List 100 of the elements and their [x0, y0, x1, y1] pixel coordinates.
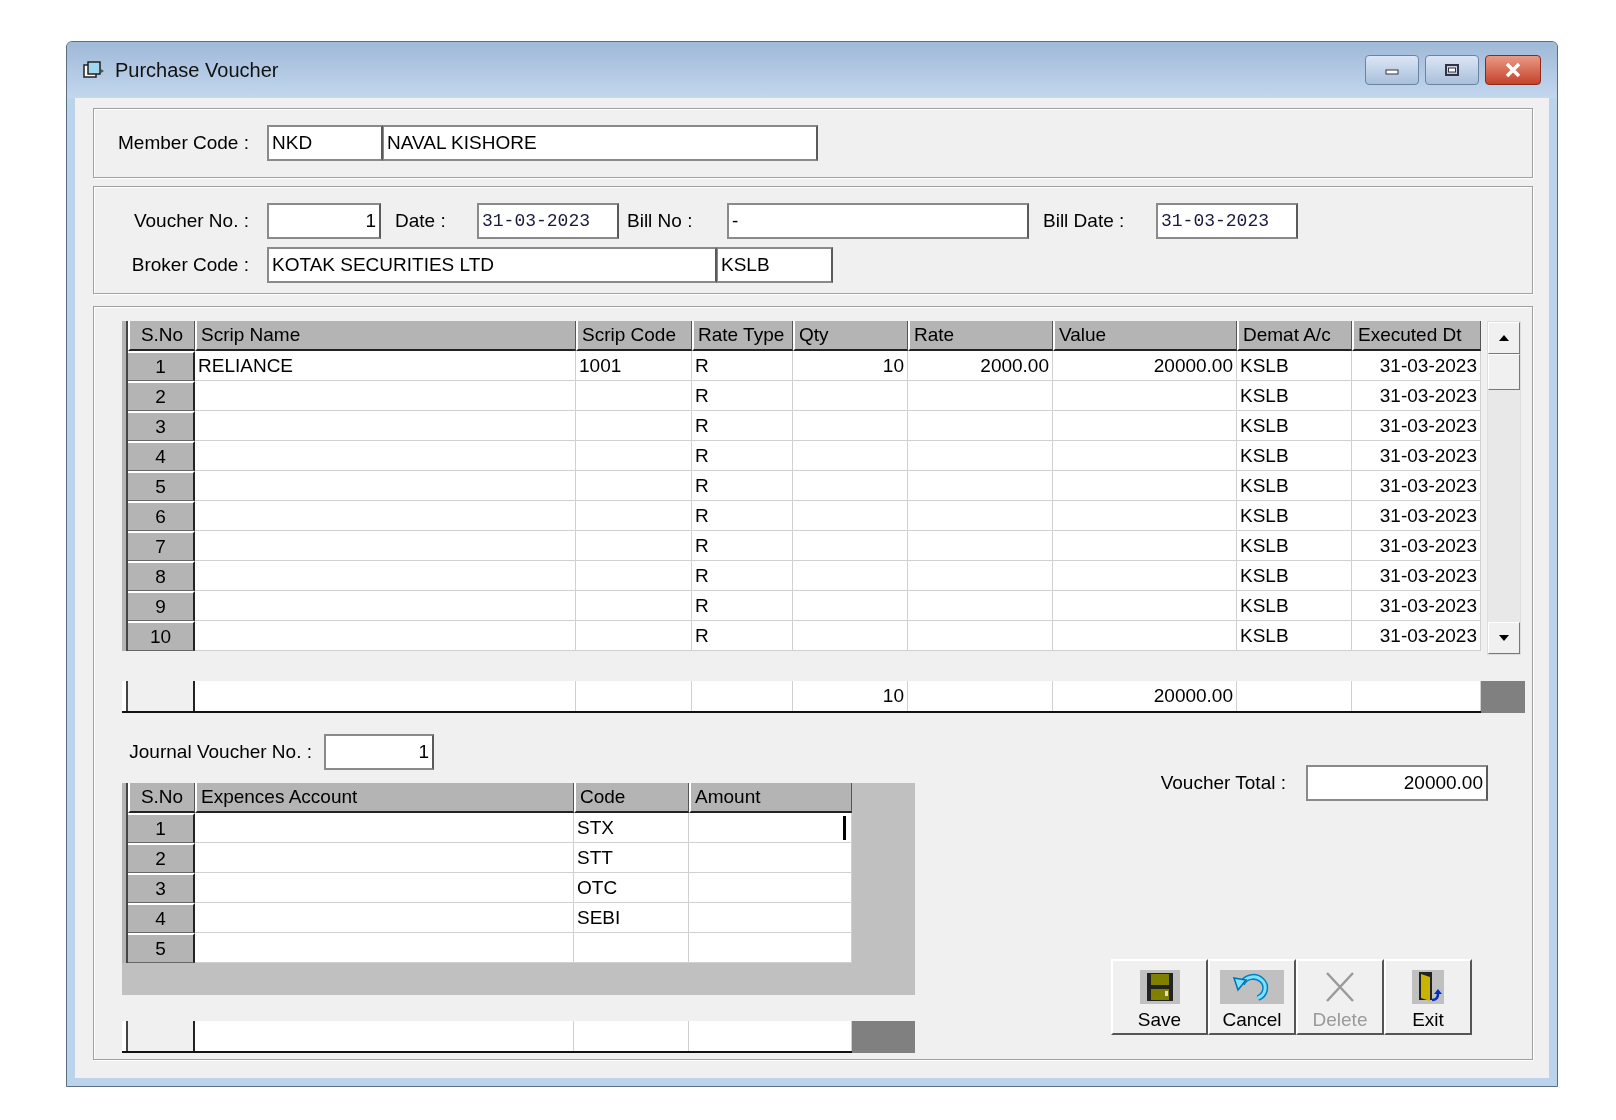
broker-code-field[interactable]: KSLB: [717, 247, 833, 283]
table-cell[interactable]: [908, 591, 1053, 621]
table-cell[interactable]: [908, 621, 1053, 651]
row-indicator[interactable]: [122, 933, 128, 963]
voucher-no-field[interactable]: 1: [267, 203, 381, 239]
table-cell[interactable]: [195, 561, 576, 591]
table-cell[interactable]: STT: [574, 843, 689, 873]
table-cell[interactable]: [195, 873, 574, 903]
table-cell[interactable]: [689, 813, 852, 843]
table-cell[interactable]: [195, 903, 574, 933]
table-cell[interactable]: KSLB: [1237, 411, 1352, 441]
table-cell[interactable]: [576, 591, 692, 621]
save-button[interactable]: Save: [1111, 959, 1208, 1035]
maximize-button[interactable]: [1425, 55, 1479, 85]
table-cell[interactable]: [793, 441, 908, 471]
table-cell[interactable]: R: [692, 591, 793, 621]
table-cell[interactable]: 31-03-2023: [1352, 621, 1481, 651]
table-cell[interactable]: 31-03-2023: [1352, 591, 1481, 621]
table-cell[interactable]: [195, 621, 576, 651]
table-cell[interactable]: [195, 813, 574, 843]
table-cell[interactable]: [1053, 411, 1237, 441]
table-cell[interactable]: [576, 441, 692, 471]
table-cell[interactable]: R: [692, 561, 793, 591]
table-cell[interactable]: [195, 531, 576, 561]
table-cell[interactable]: 31-03-2023: [1352, 531, 1481, 561]
table-cell[interactable]: [576, 411, 692, 441]
table-cell[interactable]: [576, 531, 692, 561]
table-cell[interactable]: [1053, 501, 1237, 531]
table-cell[interactable]: [1053, 591, 1237, 621]
exit-button[interactable]: Exit: [1384, 959, 1472, 1035]
date-field[interactable]: 31-03-2023: [477, 203, 619, 239]
table-cell[interactable]: [1053, 471, 1237, 501]
table-cell[interactable]: KSLB: [1237, 561, 1352, 591]
scroll-up-icon[interactable]: [1498, 334, 1510, 342]
table-cell[interactable]: [576, 471, 692, 501]
table-cell[interactable]: [689, 933, 852, 963]
broker-name-field[interactable]: KOTAK SECURITIES LTD: [267, 247, 717, 283]
table-cell[interactable]: [793, 471, 908, 501]
table-cell[interactable]: [1053, 381, 1237, 411]
table-cell[interactable]: R: [692, 471, 793, 501]
row-indicator[interactable]: [122, 621, 128, 651]
table-cell[interactable]: [793, 411, 908, 441]
member-name-field[interactable]: NAVAL KISHORE: [383, 125, 818, 161]
table-cell[interactable]: 31-03-2023: [1352, 561, 1481, 591]
minimize-button[interactable]: [1365, 55, 1419, 85]
bill-no-field[interactable]: -: [727, 203, 1029, 239]
table-cell[interactable]: 1001: [576, 351, 692, 381]
table-cell[interactable]: R: [692, 621, 793, 651]
table-cell[interactable]: [689, 843, 852, 873]
table-cell[interactable]: [576, 561, 692, 591]
table-cell[interactable]: R: [692, 351, 793, 381]
table-cell[interactable]: [908, 441, 1053, 471]
table-cell[interactable]: [195, 843, 574, 873]
table-cell[interactable]: [1053, 561, 1237, 591]
vertical-scrollbar[interactable]: [1487, 321, 1521, 655]
table-cell[interactable]: 31-03-2023: [1352, 471, 1481, 501]
bill-date-field[interactable]: 31-03-2023: [1156, 203, 1298, 239]
table-cell[interactable]: [1053, 531, 1237, 561]
table-cell[interactable]: [908, 381, 1053, 411]
scroll-down-icon[interactable]: [1498, 634, 1510, 642]
table-cell[interactable]: KSLB: [1237, 471, 1352, 501]
table-cell[interactable]: KSLB: [1237, 591, 1352, 621]
cancel-button[interactable]: Cancel: [1208, 959, 1296, 1035]
table-cell[interactable]: [793, 591, 908, 621]
table-cell[interactable]: RELIANCE: [195, 351, 576, 381]
scrollbar-thumb[interactable]: [1488, 354, 1520, 390]
table-cell[interactable]: 31-03-2023: [1352, 411, 1481, 441]
table-cell[interactable]: R: [692, 501, 793, 531]
table-cell[interactable]: [908, 531, 1053, 561]
table-cell[interactable]: [793, 621, 908, 651]
table-cell[interactable]: KSLB: [1237, 531, 1352, 561]
table-cell[interactable]: [689, 873, 852, 903]
table-cell[interactable]: 10: [793, 351, 908, 381]
table-cell[interactable]: STX: [574, 813, 689, 843]
table-cell[interactable]: [195, 411, 576, 441]
table-cell[interactable]: [576, 501, 692, 531]
table-cell[interactable]: [576, 381, 692, 411]
table-cell[interactable]: [793, 561, 908, 591]
table-cell[interactable]: [793, 501, 908, 531]
table-cell[interactable]: [793, 531, 908, 561]
table-cell[interactable]: [908, 501, 1053, 531]
table-cell[interactable]: R: [692, 411, 793, 441]
table-cell[interactable]: 31-03-2023: [1352, 501, 1481, 531]
table-cell[interactable]: R: [692, 441, 793, 471]
table-cell[interactable]: SEBI: [574, 903, 689, 933]
table-cell[interactable]: 31-03-2023: [1352, 381, 1481, 411]
journal-voucher-field[interactable]: 1: [324, 734, 434, 770]
table-cell[interactable]: [1053, 441, 1237, 471]
table-cell[interactable]: 31-03-2023: [1352, 441, 1481, 471]
table-cell[interactable]: [195, 441, 576, 471]
table-cell[interactable]: [1053, 621, 1237, 651]
close-button[interactable]: [1485, 55, 1541, 85]
table-cell[interactable]: [195, 381, 576, 411]
table-cell[interactable]: [576, 621, 692, 651]
table-cell[interactable]: [793, 381, 908, 411]
table-cell[interactable]: [689, 903, 852, 933]
table-cell[interactable]: 31-03-2023: [1352, 351, 1481, 381]
table-cell[interactable]: [574, 933, 689, 963]
table-cell[interactable]: [195, 471, 576, 501]
table-cell[interactable]: KSLB: [1237, 441, 1352, 471]
